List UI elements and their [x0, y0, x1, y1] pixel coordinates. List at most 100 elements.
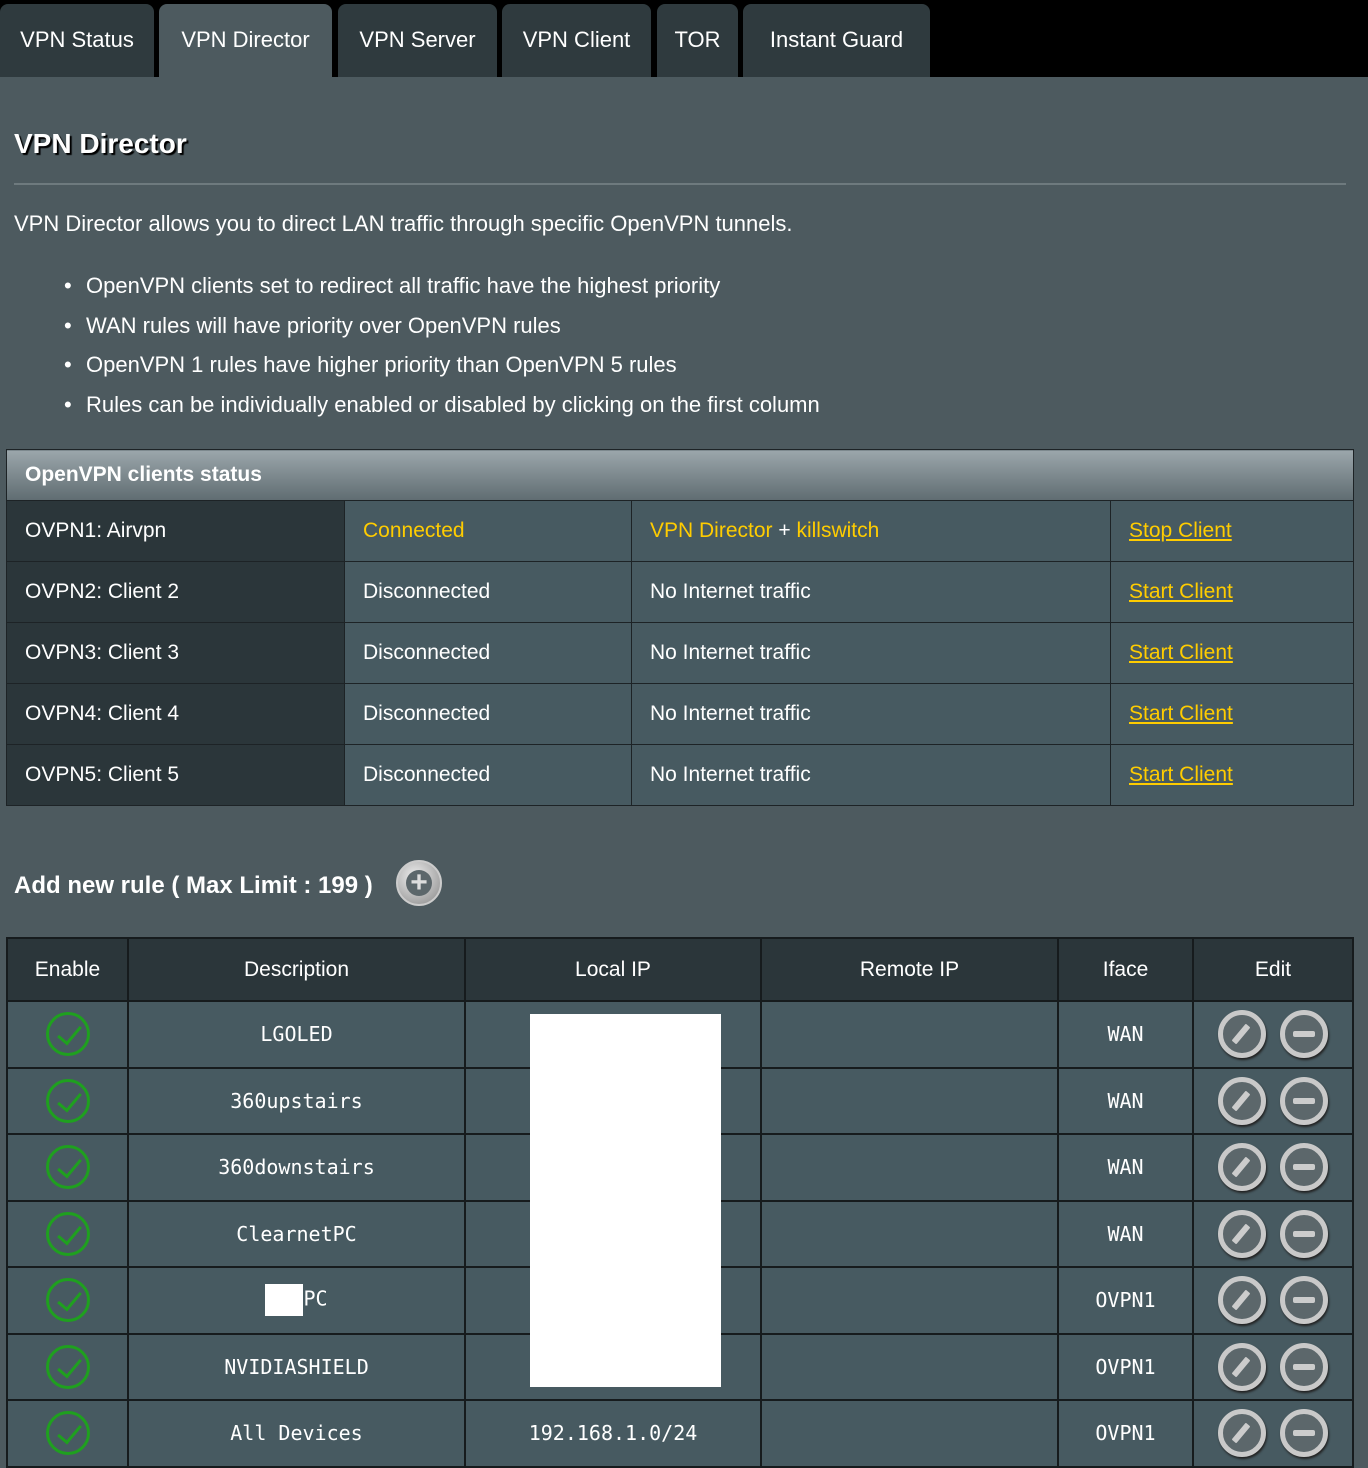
list-item: Rules can be individually enabled or dis…	[64, 392, 820, 432]
tab-vpn-status[interactable]: VPN Status	[0, 4, 154, 77]
description-text: LGOLED	[260, 1022, 333, 1047]
tab-vpn-client[interactable]: VPN Client	[502, 4, 651, 77]
client-action-cell: Start Client	[1110, 744, 1354, 806]
table-row: All Devices 192.168.1.0/24 OVPN1	[6, 1399, 1354, 1468]
edit-cell	[1192, 1000, 1354, 1069]
client-action-link[interactable]: Start Client	[1129, 580, 1233, 603]
client-name: OVPN5: Client 5	[6, 744, 345, 806]
minus-circle-icon[interactable]	[1280, 1276, 1328, 1325]
client-action-link[interactable]: Start Client	[1129, 702, 1233, 725]
iface-cell: OVPN1	[1057, 1266, 1194, 1335]
check-circle-icon[interactable]	[45, 1012, 90, 1057]
check-circle-icon[interactable]	[45, 1344, 90, 1389]
client-action-cell: Start Client	[1110, 683, 1354, 745]
enable-cell	[6, 1199, 129, 1268]
local-ip-cell: 192.168.1.0/24	[464, 1399, 762, 1468]
mode-text: No Internet traffic	[650, 763, 811, 786]
client-action-link[interactable]: Start Client	[1129, 641, 1233, 664]
table-row: OVPN1: Airvpn Connected VPN Director + kil…	[6, 500, 1354, 562]
enable-cell	[6, 1000, 129, 1069]
add-rule-label: Add new rule ( Max Limit : 199 )	[14, 872, 373, 899]
client-action-link[interactable]: Stop Client	[1129, 519, 1232, 542]
remote-ip-cell	[760, 1133, 1059, 1202]
iface-cell: WAN	[1057, 1133, 1194, 1202]
clients-status-table: OpenVPN clients status OVPN1: Airvpn Conn…	[6, 449, 1354, 806]
enable-cell	[6, 1066, 129, 1135]
client-name: OVPN4: Client 4	[6, 683, 345, 745]
check-circle-icon[interactable]	[45, 1278, 90, 1323]
client-state: Disconnected	[344, 683, 632, 745]
remote-ip-cell	[760, 1399, 1059, 1468]
minus-circle-icon[interactable]	[1280, 1143, 1328, 1192]
tab-vpn-server[interactable]: VPN Server	[338, 4, 497, 77]
description-cell: 360downstairs	[127, 1133, 466, 1202]
edit-cell	[1192, 1133, 1354, 1202]
minus-circle-icon[interactable]	[1280, 1010, 1328, 1059]
client-action-cell: Start Client	[1110, 561, 1354, 623]
list-item: OpenVPN 1 rules have higher priority tha…	[64, 352, 820, 392]
client-action-cell: Start Client	[1110, 622, 1354, 684]
minus-circle-icon[interactable]	[1280, 1342, 1328, 1391]
mode-text: No Internet traffic	[650, 580, 811, 603]
enable-cell	[6, 1399, 129, 1468]
table-header: OpenVPN clients status	[6, 449, 1354, 501]
tab-instant-guard[interactable]: Instant Guard	[743, 4, 930, 77]
pencil-icon[interactable]	[1218, 1209, 1266, 1258]
check-circle-icon[interactable]	[45, 1211, 90, 1256]
edit-cell	[1192, 1066, 1354, 1135]
column-header: Local IP	[464, 937, 762, 1002]
description-text: NVIDIASHIELD	[224, 1354, 369, 1379]
edit-cell	[1192, 1399, 1354, 1468]
client-name: OVPN3: Client 3	[6, 622, 345, 684]
iface-cell: OVPN1	[1057, 1399, 1194, 1468]
description-cell: PC	[127, 1266, 466, 1335]
divider	[14, 183, 1346, 185]
mode-text: No Internet traffic	[650, 641, 811, 664]
check-circle-icon[interactable]	[45, 1411, 90, 1456]
enable-cell	[6, 1332, 129, 1401]
client-mode: No Internet traffic	[631, 683, 1111, 745]
minus-circle-icon[interactable]	[1280, 1076, 1328, 1125]
client-mode: No Internet traffic	[631, 622, 1111, 684]
client-action-link[interactable]: Start Client	[1129, 763, 1233, 786]
pencil-icon[interactable]	[1218, 1010, 1266, 1059]
mode-text-2: killswitch	[796, 519, 880, 542]
mode-text: No Internet traffic	[650, 702, 811, 725]
edit-cell	[1192, 1332, 1354, 1401]
client-state: Connected	[344, 500, 632, 562]
remote-ip-cell	[760, 1199, 1059, 1268]
minus-circle-icon[interactable]	[1280, 1409, 1328, 1458]
check-circle-icon[interactable]	[45, 1078, 90, 1123]
list-item: OpenVPN clients set to redirect all traf…	[64, 273, 820, 313]
pencil-icon[interactable]	[1218, 1143, 1266, 1192]
description-text: 360downstairs	[218, 1155, 375, 1180]
client-state: Disconnected	[344, 561, 632, 623]
tab-vpn-director[interactable]: VPN Director	[159, 4, 332, 77]
remote-ip-cell	[760, 1266, 1059, 1335]
remote-ip-cell	[760, 1000, 1059, 1069]
pencil-icon[interactable]	[1218, 1076, 1266, 1125]
client-name: OVPN1: Airvpn	[6, 500, 345, 562]
remote-ip-cell	[760, 1066, 1059, 1135]
client-state: Disconnected	[344, 622, 632, 684]
client-action-cell: Stop Client	[1110, 500, 1354, 562]
pencil-icon[interactable]	[1218, 1342, 1266, 1391]
tab-tor[interactable]: TOR	[657, 4, 738, 77]
iface-cell: OVPN1	[1057, 1332, 1194, 1401]
plus-circle-icon: +	[410, 866, 428, 899]
check-circle-icon[interactable]	[45, 1145, 90, 1190]
plus-text: +	[772, 519, 797, 542]
redaction-block	[530, 1014, 721, 1387]
client-mode: No Internet traffic	[631, 561, 1111, 623]
description-text: 360upstairs	[230, 1088, 363, 1113]
column-header: Iface	[1057, 937, 1194, 1002]
add-rule-button[interactable]: +	[396, 860, 442, 906]
minus-circle-icon[interactable]	[1280, 1209, 1328, 1258]
pencil-icon[interactable]	[1218, 1409, 1266, 1458]
pencil-icon[interactable]	[1218, 1276, 1266, 1325]
client-name: OVPN2: Client 2	[6, 561, 345, 623]
column-header: Edit	[1192, 937, 1354, 1002]
column-header: Description	[127, 937, 466, 1002]
enable-cell	[6, 1133, 129, 1202]
table-row: OVPN4: Client 4 Disconnected No Internet t…	[6, 683, 1354, 745]
